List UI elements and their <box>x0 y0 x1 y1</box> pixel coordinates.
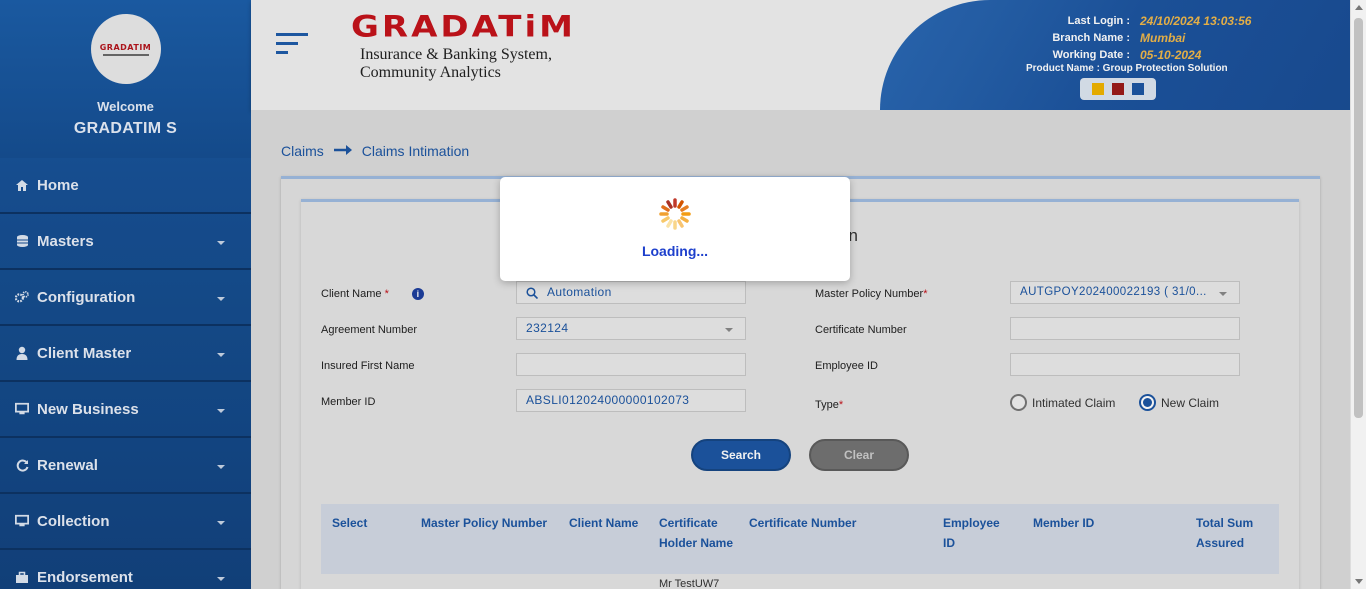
scroll-up-icon[interactable] <box>1355 5 1363 10</box>
loading-spinner-icon <box>659 198 691 230</box>
page-scrollbar[interactable] <box>1350 0 1366 589</box>
loading-dialog: Loading... <box>500 177 850 281</box>
scroll-thumb[interactable] <box>1354 18 1363 418</box>
loading-text: Loading... <box>641 243 709 259</box>
scroll-down-icon[interactable] <box>1355 579 1363 584</box>
loading-overlay: Loading... <box>0 0 1350 589</box>
